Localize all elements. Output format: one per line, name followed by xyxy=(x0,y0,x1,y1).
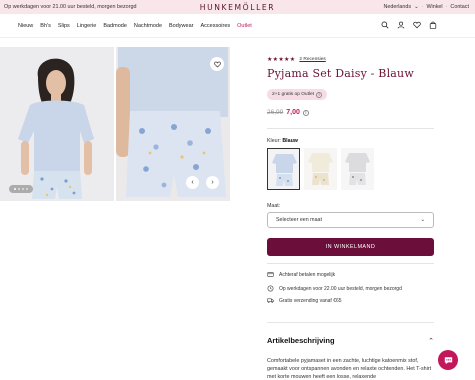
chat-button[interactable] xyxy=(438,350,458,370)
promo-bar: Op werkdagen voor 21.00 uur besteld, mor… xyxy=(0,0,475,14)
product-title: Pyjama Set Daisy - Blauw xyxy=(267,67,414,80)
sale-price: 7,00 xyxy=(286,109,300,116)
size-select[interactable]: Selecteer een maat ⌄ xyxy=(267,212,434,228)
search-icon[interactable] xyxy=(381,21,389,29)
chevron-down-icon: ⌄ xyxy=(414,4,419,10)
chevron-right-icon: › xyxy=(211,179,214,186)
card-icon xyxy=(267,272,274,277)
usp-text: Gratis verzending vanaf €65 xyxy=(279,297,342,304)
price-block: 26,99 7,00 i xyxy=(267,109,309,116)
product-rating: ★★★★★ 2 Recensies xyxy=(267,56,326,63)
main-nav: Nieuw Bh's Slips Lingerie Badmode Nachtm… xyxy=(0,14,475,38)
add-to-cart-button[interactable]: IN WINKELMAND xyxy=(267,238,434,256)
color-label-text: Kleur: xyxy=(267,138,281,144)
description-heading: Artikelbeschrijving xyxy=(267,336,335,345)
usp-text: Achteraf betalen mogelijk xyxy=(279,271,336,278)
nav-item-bhs[interactable]: Bh's xyxy=(40,23,51,29)
color-label: Kleur: Blauw xyxy=(267,138,298,144)
color-swatch-ecru[interactable] xyxy=(304,148,337,190)
gallery-dot[interactable] xyxy=(14,188,16,190)
nav-item-nachtmode[interactable]: Nachtmode xyxy=(134,23,162,29)
favorite-button[interactable] xyxy=(210,57,224,71)
nav-item-lingerie[interactable]: Lingerie xyxy=(77,23,97,29)
chevron-up-icon: ⌃ xyxy=(428,337,434,345)
bag-icon[interactable] xyxy=(429,21,437,29)
separator: · xyxy=(445,4,448,10)
nav-item-slips[interactable]: Slips xyxy=(58,23,70,29)
nav-icons xyxy=(381,21,437,29)
separator: · xyxy=(421,4,424,10)
swatch-image xyxy=(341,148,374,190)
swatch-image xyxy=(268,149,299,189)
nav-links: Nieuw Bh's Slips Lingerie Badmode Nachtm… xyxy=(18,23,252,29)
clock-icon xyxy=(267,285,274,292)
info-icon[interactable]: i xyxy=(316,91,322,98)
usp-item: Op werkdagen voor 22.00 uur besteld, mor… xyxy=(267,285,402,292)
divider xyxy=(267,322,434,323)
color-swatch-blauw[interactable] xyxy=(267,148,300,190)
contact-link[interactable]: Contact xyxy=(450,4,469,10)
gallery-dot[interactable] xyxy=(18,188,20,190)
promo-badge-label: 2+1 gratis op Outlet xyxy=(272,92,314,97)
usp-text: Op werkdagen voor 22.00 uur besteld, mor… xyxy=(279,285,402,292)
product-photo-front[interactable] xyxy=(0,47,114,201)
size-label: Maat: xyxy=(267,203,281,209)
divider xyxy=(267,128,434,129)
model-front-illustration xyxy=(0,47,114,201)
truck-icon xyxy=(267,298,274,303)
swatch-image xyxy=(304,148,337,190)
store-link[interactable]: Winkel xyxy=(426,4,442,10)
heart-icon xyxy=(213,61,221,67)
description-text: Comfortabele pyjamaset in een zachte, lu… xyxy=(267,358,432,380)
description-accordion[interactable]: Artikelbeschrijving ⌃ xyxy=(267,336,434,345)
usp-item: Achteraf betalen mogelijk xyxy=(267,271,335,278)
size-select-value: Selecteer een maat xyxy=(276,217,322,223)
rating-stars: ★★★★★ xyxy=(267,57,296,63)
divider xyxy=(267,263,434,264)
info-icon[interactable]: i xyxy=(302,109,309,116)
country-selector[interactable]: Nederlands xyxy=(384,4,412,10)
usp-item: Gratis verzending vanaf €65 xyxy=(267,297,342,304)
gallery-next-button[interactable]: › xyxy=(206,176,219,189)
gallery-dots[interactable] xyxy=(9,185,33,193)
promo-badge[interactable]: 2+1 gratis op Outlet i xyxy=(267,89,327,100)
chat-icon xyxy=(444,356,452,364)
nav-item-bodywear[interactable]: Bodywear xyxy=(169,23,193,29)
account-icon[interactable] xyxy=(397,21,405,29)
nav-item-accessoires[interactable]: Accessoires xyxy=(200,23,230,29)
nav-item-nieuw[interactable]: Nieuw xyxy=(18,23,33,29)
color-swatch-grijs[interactable] xyxy=(341,148,374,190)
selected-color: Blauw xyxy=(282,138,298,144)
chevron-down-icon: ⌄ xyxy=(420,217,425,223)
old-price: 26,99 xyxy=(267,109,284,116)
chevron-left-icon: ‹ xyxy=(191,179,194,186)
topbar-links: Nederlands ⌄ · Winkel · Contact xyxy=(384,4,469,10)
nav-item-badmode[interactable]: Badmode xyxy=(103,23,127,29)
reviews-link[interactable]: 2 Recensies xyxy=(299,57,325,62)
nav-item-outlet[interactable]: Outlet xyxy=(237,23,252,29)
gallery-dot[interactable] xyxy=(22,188,24,190)
gallery-dot[interactable] xyxy=(26,188,28,190)
gallery-prev-button[interactable]: ‹ xyxy=(186,176,199,189)
heart-icon[interactable] xyxy=(413,21,421,29)
